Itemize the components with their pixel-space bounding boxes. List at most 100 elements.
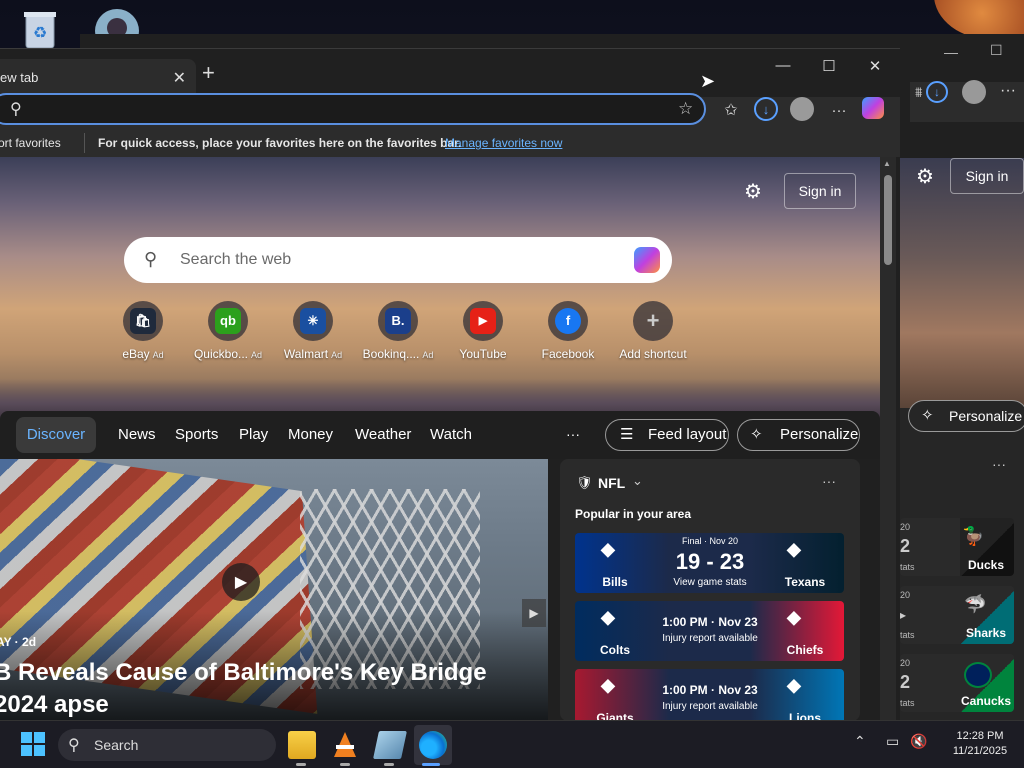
favorites-bar: ort favorites For quick access, place yo… xyxy=(0,129,900,157)
import-favorites-link[interactable]: ort favorites xyxy=(0,136,61,150)
shortcut-walmart[interactable]: ✳ Walmart Ad xyxy=(272,301,354,361)
settings-icon[interactable]: ⚙ xyxy=(744,179,762,204)
bg-more-icon[interactable]: ··· xyxy=(1000,82,1016,100)
profile-icon[interactable] xyxy=(790,97,814,121)
chevron-up-icon[interactable]: ⌃ xyxy=(854,733,866,750)
nfl-game-card[interactable]: ◆ Giants ◆ Lions 1:00 PM · Nov 23 Injury repo… xyxy=(575,669,844,720)
favorite-star-icon[interactable]: ☆ xyxy=(678,99,693,119)
vlc-icon[interactable] xyxy=(332,731,360,759)
recycle-bin-icon[interactable]: ♻ xyxy=(20,8,60,49)
sliders-icon: ☰ xyxy=(620,426,634,443)
bg-game-text: 20 xyxy=(900,658,911,668)
tab-new-tab[interactable]: ew tab ✕ xyxy=(0,59,196,97)
tab-watch[interactable]: Watch xyxy=(430,426,472,443)
tab-title: ew tab xyxy=(0,70,39,85)
maximize-icon[interactable]: ☐ xyxy=(806,57,852,75)
next-story-icon[interactable]: ▶ xyxy=(522,599,546,627)
shortcut-facebook[interactable]: f Facebook xyxy=(527,301,609,361)
downloads-icon[interactable]: ↓ xyxy=(754,97,778,121)
display-icon[interactable]: ▭ xyxy=(886,733,899,750)
clock[interactable]: 12:28 PM 11/21/2025 xyxy=(940,729,1020,759)
shortcut-label: YouTube xyxy=(459,347,507,361)
feed-story-card[interactable]: ▶ ▶ AY · 2d B Reveals Cause of Baltimore… xyxy=(0,459,548,720)
shortcut-label: eBay xyxy=(122,347,150,361)
canucks-logo-icon xyxy=(964,662,992,688)
start-icon[interactable] xyxy=(20,731,48,759)
feed-layout-button[interactable]: ☰ Feed layout xyxy=(605,419,729,451)
shortcut-quickbooks[interactable]: qb Quickbo... Ad xyxy=(187,301,269,361)
game-score: 19 - 23 xyxy=(675,549,745,574)
scroll-up-icon[interactable]: ▲ xyxy=(883,159,891,168)
favorites-icon[interactable]: ✩ xyxy=(718,97,744,123)
bg-signin-button[interactable]: Sign in xyxy=(950,158,1024,194)
bg-settings-icon[interactable]: ⚙ xyxy=(916,164,934,189)
shortcut-label: Bookinq.... xyxy=(362,347,420,361)
file-explorer-icon[interactable] xyxy=(288,731,316,759)
taskbar-search[interactable]: ⚲ Search xyxy=(58,729,276,761)
nfl-more-icon[interactable]: ··· xyxy=(822,473,836,489)
bg-download-icon[interactable]: ↓ xyxy=(926,81,948,103)
nav-more-icon[interactable]: ··· xyxy=(566,426,580,442)
sharks-logo-icon: 🦈 xyxy=(964,594,987,614)
new-tab-icon[interactable]: + xyxy=(202,60,215,86)
copilot-icon[interactable] xyxy=(862,97,884,119)
game-detail[interactable]: View game stats xyxy=(655,577,765,588)
volume-muted-icon[interactable]: 🔇 xyxy=(910,733,927,750)
home-team-logo-icon: ◆ xyxy=(787,607,801,627)
tab-weather[interactable]: Weather xyxy=(355,426,411,443)
mouse-cursor-icon: ➤ xyxy=(700,71,716,91)
tab-play[interactable]: Play xyxy=(239,426,268,443)
scrollbar-thumb[interactable] xyxy=(884,175,892,265)
bg-minimize-icon[interactable]: — xyxy=(944,44,958,60)
nfl-game-card[interactable]: ◆ Bills ◆ Texans Final · Nov 20 19 - 23 View g… xyxy=(575,533,844,593)
shortcut-ebay[interactable]: 🛍 eBay Ad xyxy=(102,301,184,361)
address-bar[interactable]: ⚲ ☆ xyxy=(0,93,706,125)
taskbar-search-label: Search xyxy=(94,737,139,753)
bg-game-score: 2 xyxy=(900,672,911,692)
more-icon[interactable]: ··· xyxy=(826,97,852,123)
tab-sports[interactable]: Sports xyxy=(175,426,218,443)
bg-game-card[interactable]: 20 ▸ tats 🦈 Sharks xyxy=(900,586,1014,644)
away-team-name: Bills xyxy=(602,575,628,589)
bg-hero-image xyxy=(898,158,1024,408)
shortcut-plus[interactable]: + Add shortcut xyxy=(612,301,694,361)
minimize-icon[interactable]: — xyxy=(760,57,806,74)
nfl-title[interactable]: NFL xyxy=(598,475,625,491)
search-input[interactable]: Search the web xyxy=(180,251,291,269)
bg-team-name: Ducks xyxy=(967,558,1005,572)
feed-layout-label: Feed layout xyxy=(648,426,727,443)
plus-icon: + xyxy=(633,301,673,341)
story-headline[interactable]: B Reveals Cause of Baltimore's Key Bridg… xyxy=(0,657,534,720)
copilot-icon[interactable] xyxy=(634,247,660,273)
shortcut-youtube[interactable]: ▶ YouTube xyxy=(442,301,524,361)
manage-favorites-link[interactable]: Manage favorites now xyxy=(445,136,562,150)
bg-maximize-icon[interactable]: ☐ xyxy=(990,42,1003,59)
bg-profile-icon[interactable] xyxy=(962,80,986,104)
bg-game-card[interactable]: 20 2 tats Canucks xyxy=(900,654,1014,712)
nfl-shield-icon: 🛡 xyxy=(576,475,593,490)
bg-personalize-button[interactable]: ✧ Personalize xyxy=(908,400,1024,432)
bg-more-icon-2[interactable]: ··· xyxy=(992,456,1006,472)
facebook-icon: f xyxy=(548,301,588,341)
tab-discover[interactable]: Discover xyxy=(16,417,96,453)
away-team-name: Colts xyxy=(600,643,630,657)
taskbar: ⚲ Search ⌃ ▭ 🔇 12:28 PM 11/21/2025 xyxy=(0,720,1024,768)
web-search-box[interactable]: ⚲ Search the web xyxy=(124,237,672,283)
home-team-logo-icon: ◆ xyxy=(787,675,801,695)
edge-icon[interactable] xyxy=(419,731,447,759)
close-tab-icon[interactable]: ✕ xyxy=(173,68,186,88)
play-video-icon[interactable]: ▶ xyxy=(222,563,260,601)
close-window-icon[interactable]: ✕ xyxy=(852,57,898,75)
tab-news[interactable]: News xyxy=(118,426,156,443)
nfl-game-card[interactable]: ◆ Colts ◆ Chiefs 1:00 PM · Nov 23 Injury repo… xyxy=(575,601,844,661)
away-team-logo-icon: ◆ xyxy=(601,675,615,695)
chevron-down-icon[interactable]: ⌄ xyxy=(632,473,643,489)
tab-money[interactable]: Money xyxy=(288,426,333,443)
app-icon[interactable] xyxy=(373,731,407,759)
bg-collections-icon[interactable]: ⩩ xyxy=(915,84,922,101)
personalize-button[interactable]: ✧ Personalize xyxy=(737,419,860,451)
bg-game-card[interactable]: 20 2 tats 🦆 Ducks xyxy=(900,518,1014,576)
shortcut-booking[interactable]: B. Bookinq.... Ad xyxy=(357,301,439,361)
home-team-name: Chiefs xyxy=(786,643,824,657)
signin-button[interactable]: Sign in xyxy=(784,173,856,209)
